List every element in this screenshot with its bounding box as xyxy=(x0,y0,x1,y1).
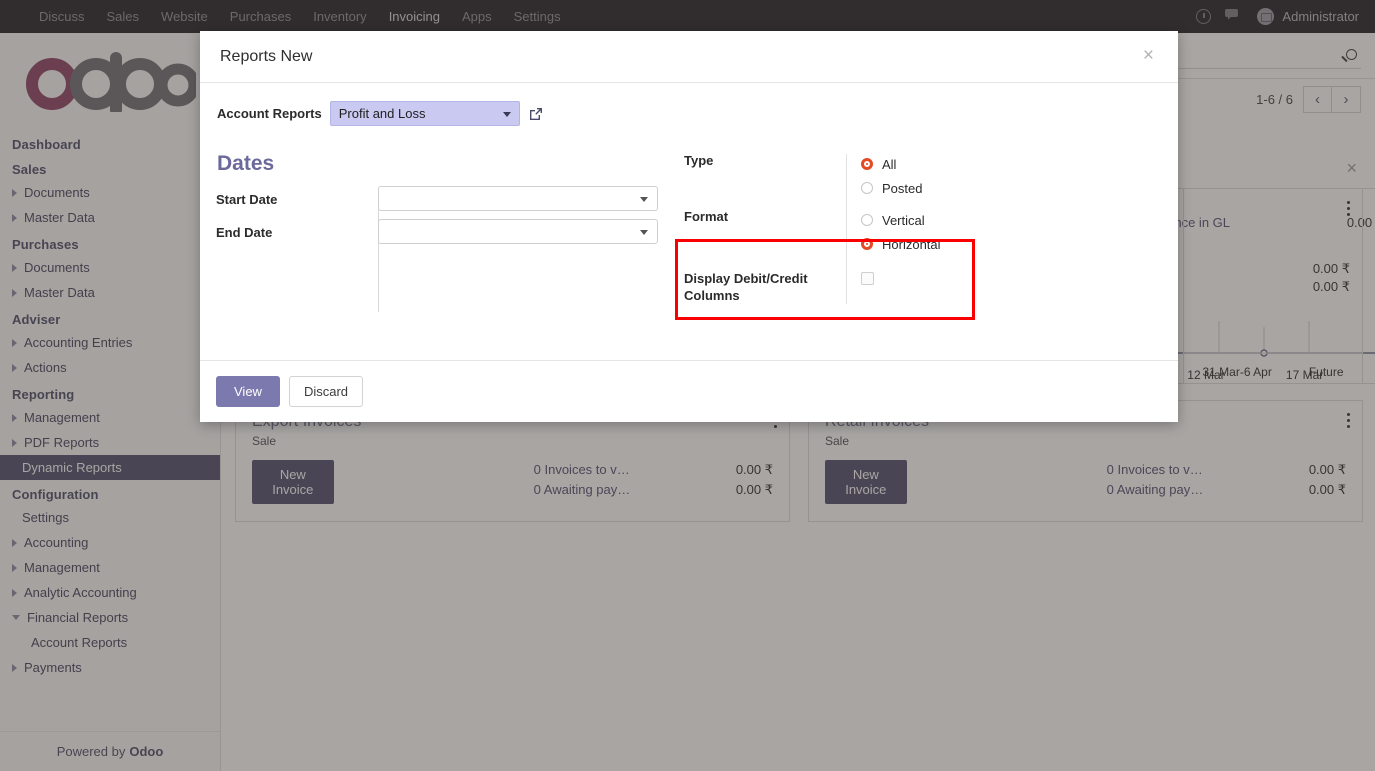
app-root: Discuss Sales Website Purchases Inventor… xyxy=(0,0,1375,771)
account-reports-select[interactable]: Profit and Loss xyxy=(329,101,520,126)
format-row: Format Vertical Horizontal xyxy=(684,208,1154,256)
type-options: All Posted xyxy=(846,152,922,200)
format-label: Format xyxy=(684,209,729,224)
type-option-all[interactable]: All xyxy=(861,152,922,176)
view-button[interactable]: View xyxy=(216,376,280,407)
start-date-value-cell xyxy=(368,186,684,211)
start-date-row: Start Date xyxy=(216,186,684,219)
end-date-row: End Date xyxy=(216,219,684,252)
dialog-body: Account Reports Profit and Loss Dates St… xyxy=(200,83,1178,390)
debit-credit-checkbox[interactable] xyxy=(861,272,874,285)
external-link-icon[interactable] xyxy=(528,106,544,122)
dialog-title: Reports New xyxy=(220,47,313,65)
close-icon[interactable]: × xyxy=(1137,45,1160,66)
format-option-horizontal[interactable]: Horizontal xyxy=(861,232,941,256)
column-divider xyxy=(378,194,379,312)
type-label: Type xyxy=(684,153,714,168)
format-options: Vertical Horizontal xyxy=(846,208,941,256)
radio-icon xyxy=(861,214,873,226)
account-reports-select-wrapper: Profit and Loss xyxy=(329,101,520,126)
dates-section-title: Dates xyxy=(217,152,275,175)
type-option-posted[interactable]: Posted xyxy=(861,176,922,200)
debit-credit-row: Display Debit/Credit Columns xyxy=(684,270,1154,304)
format-option-vertical[interactable]: Vertical xyxy=(861,208,941,232)
radio-icon xyxy=(861,238,873,250)
radio-label: Horizontal xyxy=(882,236,941,252)
radio-icon xyxy=(861,182,873,194)
account-reports-label: Account Reports xyxy=(217,106,322,121)
end-date-label: End Date xyxy=(216,225,273,240)
dates-column: Dates Start Date End Date xyxy=(216,152,684,312)
discard-button[interactable]: Discard xyxy=(288,376,364,407)
debit-credit-value-cell xyxy=(846,270,874,304)
end-date-input[interactable] xyxy=(378,219,658,244)
start-date-label: Start Date xyxy=(216,192,278,207)
account-reports-row: Account Reports Profit and Loss xyxy=(216,101,1158,126)
dialog-header: Reports New × xyxy=(200,31,1178,83)
type-row: Type All Posted xyxy=(684,152,1154,200)
end-date-value-cell xyxy=(368,219,684,244)
options-column: Type All Posted Format Vertical Horizont… xyxy=(684,152,1154,304)
radio-label: All xyxy=(882,156,897,172)
debit-credit-label: Display Debit/Credit Columns xyxy=(684,271,808,303)
column-divider xyxy=(846,154,847,304)
radio-label: Vertical xyxy=(882,212,925,228)
start-date-input[interactable] xyxy=(378,186,658,211)
radio-icon xyxy=(861,158,873,170)
dialog-footer: View Discard xyxy=(200,360,1178,422)
reports-new-dialog: Reports New × Account Reports Profit and… xyxy=(200,31,1178,422)
form-columns: Dates Start Date End Date Type All Poste… xyxy=(216,152,1158,312)
radio-label: Posted xyxy=(882,180,923,196)
